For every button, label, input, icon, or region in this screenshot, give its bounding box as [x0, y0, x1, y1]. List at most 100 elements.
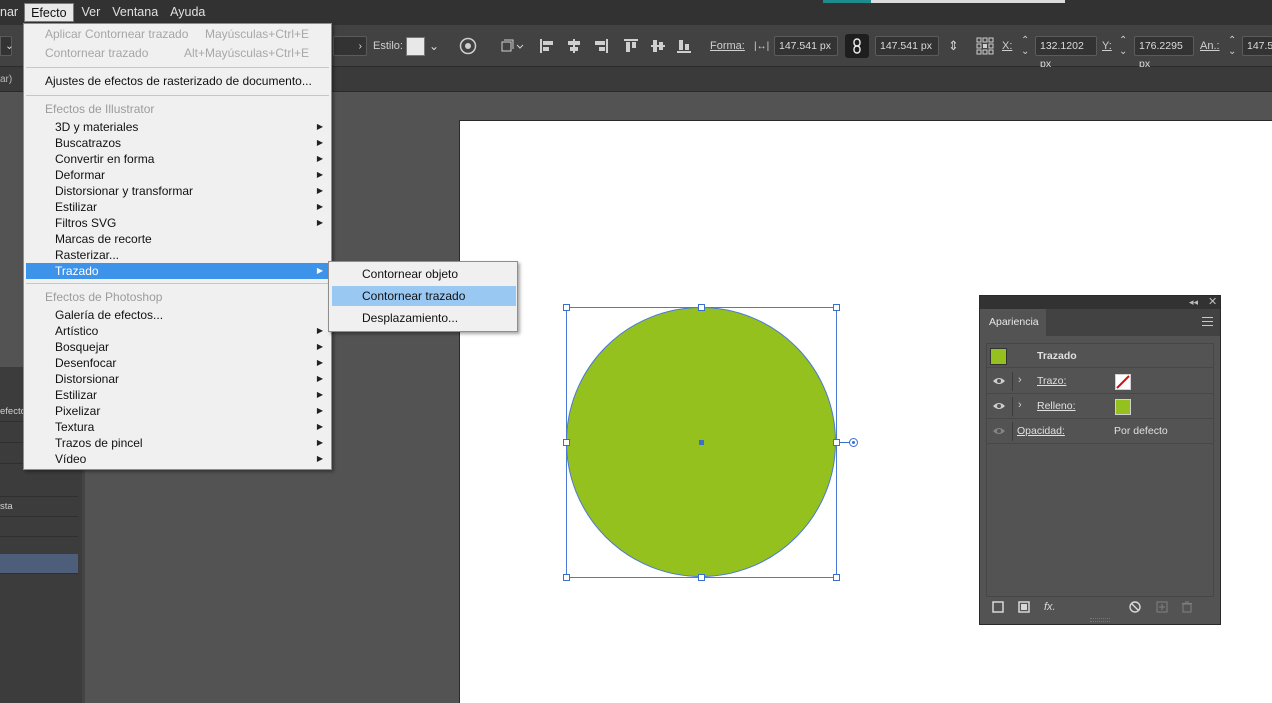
visibility-eye-icon[interactable] [992, 400, 1006, 412]
an-value[interactable]: 147.54 [1242, 36, 1272, 56]
menu-item-ps-galeria-de-efectos[interactable]: Galería de efectos... [26, 307, 329, 323]
reference-point-icon[interactable] [976, 25, 994, 67]
stroke-label[interactable]: Trazo: [1037, 375, 1066, 387]
search-field-strip[interactable] [823, 0, 871, 3]
resize-handle-ne[interactable] [833, 304, 840, 311]
center-point [699, 440, 704, 445]
menu-item-buscatrazos[interactable]: Buscatrazos ▶ [26, 135, 329, 151]
expand-chevron-icon[interactable]: › [1018, 399, 1022, 411]
resize-grip[interactable] [1090, 618, 1110, 622]
x-label: X: [1002, 40, 1013, 52]
x-value[interactable]: 132.1202 px [1035, 36, 1097, 70]
x-stepper-icon[interactable]: ⌃ ⌄ [1021, 25, 1029, 67]
menu-item-trazado[interactable]: Trazado ▶ [26, 263, 329, 279]
y-stepper-icon[interactable]: ⌃ ⌄ [1119, 25, 1127, 67]
left-panel-row[interactable]: sta [0, 497, 78, 517]
menu-item-efecto[interactable]: Efecto [24, 3, 74, 22]
menu-item-ps-video[interactable]: Vídeo ▶ [26, 451, 329, 467]
expand-chevron-icon[interactable]: › [1018, 374, 1022, 386]
left-panel-row[interactable] [0, 477, 78, 497]
visibility-eye-icon[interactable] [992, 375, 1006, 387]
menu-item-3d-y-materiales[interactable]: 3D y materiales ▶ [26, 119, 329, 135]
resize-handle-s[interactable] [698, 574, 705, 581]
menu-item-seleccionar[interactable]: nar [0, 3, 24, 22]
menu-item-ps-textura[interactable]: Textura ▶ [26, 419, 329, 435]
close-icon[interactable]: ✕ [1208, 296, 1217, 309]
align-middle-icon[interactable] [650, 25, 666, 67]
menu-item-ventana[interactable]: Ventana [106, 3, 164, 22]
align-center-icon[interactable] [566, 25, 582, 67]
resize-handle-w[interactable] [563, 439, 570, 446]
menu-item-ps-trazos-de-pincel[interactable]: Trazos de pincel ▶ [26, 435, 329, 451]
width-field[interactable]: 147.541 px [774, 25, 838, 67]
panel-menu-icon[interactable] [1202, 317, 1213, 326]
fill-swatch[interactable] [1115, 399, 1131, 415]
appearance-object-row[interactable]: Trazado [987, 344, 1213, 368]
transform-icon[interactable] [501, 25, 525, 67]
document-tab-fragment[interactable]: ar) [0, 71, 20, 89]
constrain-link-button[interactable] [845, 25, 869, 67]
clear-appearance-icon[interactable] [1129, 601, 1141, 616]
resize-handle-se[interactable] [833, 574, 840, 581]
menu-item-distorsionar-y-transformar[interactable]: Distorsionar y transformar ▶ [26, 183, 329, 199]
dropdown-fragment[interactable]: ⌄ [0, 25, 14, 67]
menu-item-ps-estilizar[interactable]: Estilizar ▶ [26, 387, 329, 403]
appearance-fill-row[interactable]: › Relleno: [987, 394, 1213, 419]
opacity-label[interactable]: Opacidad: [1017, 425, 1065, 437]
y-field[interactable]: 176.2295 px [1134, 25, 1194, 70]
menu-item-ps-desenfocar[interactable]: Desenfocar ▶ [26, 355, 329, 371]
resize-handle-nw[interactable] [563, 304, 570, 311]
fill-label[interactable]: Relleno: [1037, 400, 1076, 412]
add-effect-icon[interactable]: fx. [1044, 601, 1056, 613]
align-bottom-icon[interactable] [676, 25, 692, 67]
width-value[interactable]: 147.541 px [774, 36, 838, 56]
y-value[interactable]: 176.2295 px [1134, 36, 1194, 70]
add-stroke-icon[interactable] [992, 601, 1004, 616]
an-field[interactable]: 147.54 [1242, 25, 1272, 67]
height-field[interactable]: 147.541 px [875, 25, 939, 67]
submenu-item-contornear-trazado[interactable]: Contornear trazado [332, 286, 516, 306]
an-stepper-icon[interactable]: ⌃ ⌄ [1228, 25, 1236, 67]
width-icon: |↔| [754, 40, 770, 52]
menu-item-ps-distorsionar[interactable]: Distorsionar ▶ [26, 371, 329, 387]
menu-item-marcas-de-recorte[interactable]: Marcas de recorte [26, 231, 329, 247]
visibility-eye-icon [993, 428, 1005, 434]
resize-handle-sw[interactable] [563, 574, 570, 581]
align-top-icon[interactable] [623, 25, 639, 67]
align-left-icon[interactable] [539, 25, 555, 67]
resize-handle-e[interactable] [833, 439, 840, 446]
align-right-icon[interactable] [593, 25, 609, 67]
add-fill-icon[interactable] [1018, 601, 1030, 616]
tab-appearance[interactable]: Apariencia [980, 309, 1046, 336]
x-field[interactable]: 132.1202 px [1035, 25, 1097, 70]
submenu-arrow-icon: ▶ [316, 358, 323, 367]
recolor-icon[interactable] [459, 25, 477, 67]
submenu-item-desplazamiento[interactable]: Desplazamiento... [332, 308, 516, 328]
style-swatch[interactable]: ⌄ [406, 25, 439, 67]
search-field-strip-light[interactable] [871, 0, 1065, 3]
menu-item-ayuda[interactable]: Ayuda [164, 3, 211, 22]
stroke-swatch[interactable] [1115, 374, 1131, 390]
menu-header-illustrator: Efectos de Illustrator [45, 102, 155, 116]
pie-widget-handle[interactable] [849, 438, 858, 447]
menu-item-convertir-en-forma[interactable]: Convertir en forma ▶ [26, 151, 329, 167]
menu-separator [26, 95, 329, 96]
menu-item-rasterizar[interactable]: Rasterizar... [26, 247, 329, 263]
menu-item-ps-artistico[interactable]: Artístico ▶ [26, 323, 329, 339]
height-value[interactable]: 147.541 px [875, 36, 939, 56]
left-panel-row-selected[interactable] [0, 554, 78, 574]
collapse-icon[interactable]: ◂◂ [1189, 296, 1198, 309]
left-panel-row[interactable] [0, 517, 78, 537]
menu-item-filtros-svg[interactable]: Filtros SVG ▶ [26, 215, 329, 231]
appearance-stroke-row[interactable]: › Trazo: [987, 369, 1213, 394]
appearance-opacity-row[interactable]: Opacidad: Por defecto [987, 419, 1213, 444]
menu-item-estilizar[interactable]: Estilizar ▶ [26, 199, 329, 215]
menu-item-deformar[interactable]: Deformar ▶ [26, 167, 329, 183]
menu-item-ps-pixelizar[interactable]: Pixelizar ▶ [26, 403, 329, 419]
submenu-item-contornear-objeto[interactable]: Contornear objeto [332, 264, 516, 284]
menu-item-ps-bosquejar[interactable]: Bosquejar ▶ [26, 339, 329, 355]
resize-handle-n[interactable] [698, 304, 705, 311]
menu-item-document-raster-settings[interactable]: Ajustes de efectos de rasterizado de doc… [26, 73, 329, 89]
menu-item-ver[interactable]: Ver [76, 3, 107, 22]
stroke-field-fragment[interactable]: › [333, 25, 367, 67]
